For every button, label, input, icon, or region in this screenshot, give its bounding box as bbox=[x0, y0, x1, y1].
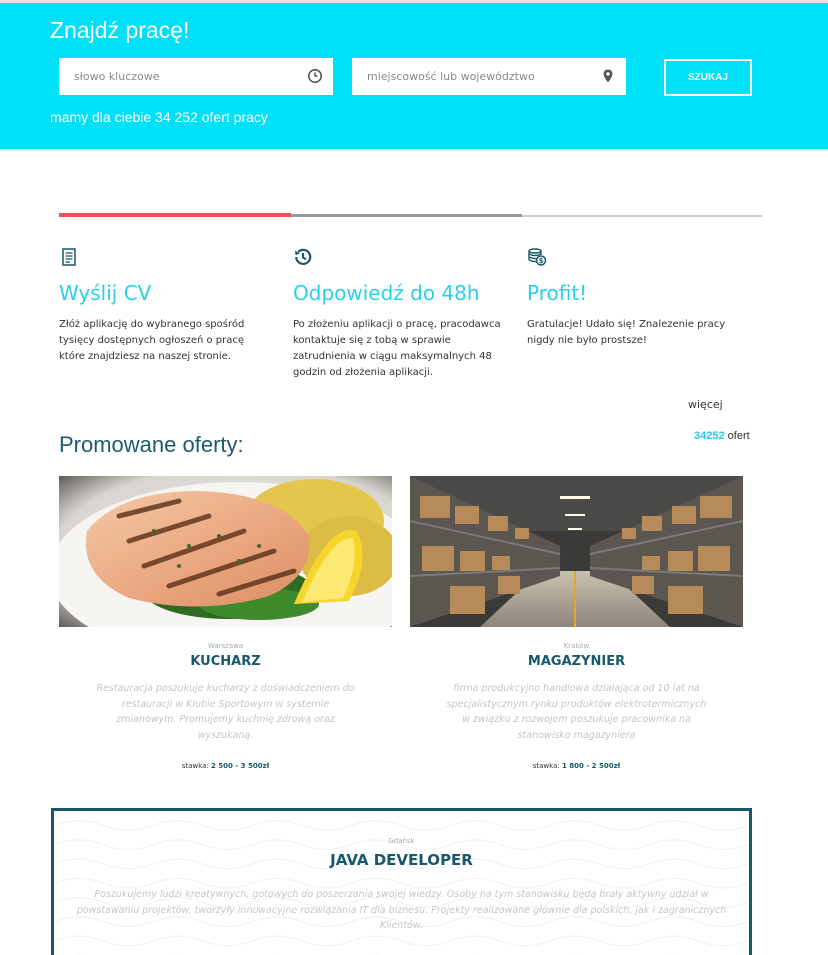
offer-job-title[interactable]: KUCHARZ bbox=[59, 654, 392, 669]
quote-icon: “ bbox=[76, 646, 102, 702]
progress-segment-3 bbox=[522, 215, 762, 217]
offer-rate-value: 2 500 - 3 500zł bbox=[210, 762, 270, 770]
quote-icon: “ bbox=[427, 646, 453, 702]
document-icon bbox=[62, 248, 76, 266]
step-text: Po złożeniu aplikacji o pracę, pracodawc… bbox=[293, 319, 501, 378]
featured-description-text: Poszukujemy ludzi kreatywnych, gotowych … bbox=[76, 889, 727, 931]
offer-rate-label: stawka: bbox=[181, 762, 209, 770]
step-title: Wyślij CV bbox=[59, 281, 152, 305]
offers-count-text: mamy dla ciebie 34 252 ofert pracy bbox=[50, 109, 268, 125]
offers-total-suffix: ofert bbox=[727, 430, 750, 442]
keyword-input[interactable] bbox=[59, 58, 333, 95]
offer-description-text: Restauracja poszukuje kucharzy z doświad… bbox=[96, 683, 355, 741]
promoted-title: Promowane oferty: bbox=[59, 432, 244, 457]
search-hero: Znajdź pracę! SZUKAJ mamy dla ciebie 34 … bbox=[0, 0, 828, 149]
offer-rate: stawka: 1 800 - 2 500zł bbox=[410, 762, 743, 770]
progress-segment-1 bbox=[59, 213, 291, 217]
offer-description: “ firma produkcyjno handlowa działająca … bbox=[428, 651, 712, 743]
offer-description-text: firma produkcyjno handlowa działająca od… bbox=[446, 683, 707, 741]
step-profit: $ Profit! Gratulacje! Udało się! Znaleze… bbox=[527, 247, 727, 349]
hero-title: Znajdź pracę! bbox=[50, 17, 190, 43]
featured-city: Gdańsk bbox=[388, 837, 415, 845]
warehouse-photo bbox=[410, 476, 743, 627]
clock-icon bbox=[308, 69, 322, 83]
step-title: Profit! bbox=[527, 281, 588, 305]
step-text: Gratulacje! Udało się! Znalezenie pracy … bbox=[527, 319, 726, 346]
step-title: Odpowiedź do 48h bbox=[293, 281, 480, 305]
keyword-field[interactable] bbox=[59, 58, 333, 95]
offer-job-title[interactable]: MAGAZYNIER bbox=[410, 654, 743, 669]
offer-description: “ Restauracja poszukuje kucharzy z doświ… bbox=[77, 651, 361, 743]
featured-offer[interactable]: Gdańsk JAVA DEVELOPER “ Poszukujemy ludz… bbox=[51, 808, 752, 955]
featured-description: “ Poszukujemy ludzi kreatywnych, gotowyc… bbox=[76, 857, 727, 934]
more-link[interactable]: więcej bbox=[688, 398, 723, 411]
history-icon bbox=[295, 248, 312, 265]
offer-city: Kraków bbox=[563, 642, 590, 650]
featured-job-title[interactable]: JAVA DEVELOPER bbox=[54, 851, 749, 869]
location-field[interactable] bbox=[352, 58, 626, 95]
offers-total-count: 34252 bbox=[694, 430, 725, 442]
map-pin-icon bbox=[603, 69, 613, 83]
offer-card[interactable]: Kraków MAGAZYNIER “ firma produkcyjno ha… bbox=[410, 476, 743, 770]
progress-segment-2 bbox=[291, 214, 522, 217]
offer-card[interactable]: Warszawa KUCHARZ “ Restauracja poszukuje… bbox=[59, 476, 392, 770]
coins-icon: $ bbox=[528, 248, 547, 266]
offer-rate: stawka: 2 500 - 3 500zł bbox=[59, 762, 392, 770]
search-button[interactable]: SZUKAJ bbox=[664, 59, 752, 96]
step-send-cv: Wyślij CV Złóż aplikację do wybranego sp… bbox=[59, 247, 259, 365]
offer-rate-label: stawka: bbox=[532, 762, 560, 770]
offer-rate-value: 1 800 - 2 500zł bbox=[561, 762, 621, 770]
offer-city: Warszawa bbox=[207, 642, 244, 650]
svg-text:$: $ bbox=[539, 257, 544, 265]
location-input[interactable] bbox=[352, 58, 626, 95]
step-response: Odpowiedź do 48h Po złożeniu aplikacji o… bbox=[293, 247, 503, 381]
offers-total[interactable]: 34252 ofert bbox=[694, 430, 750, 442]
step-text: Złóż aplikację do wybranego spośród tysi… bbox=[59, 319, 245, 362]
grilled-salmon-photo bbox=[59, 476, 392, 627]
